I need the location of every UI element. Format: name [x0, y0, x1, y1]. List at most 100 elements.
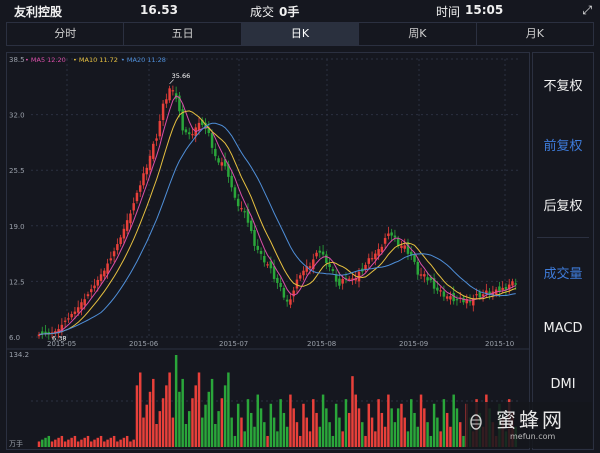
volume-bar — [138, 372, 142, 447]
volume-bar — [109, 437, 113, 447]
volume-bar — [207, 391, 211, 447]
volume-bar — [263, 422, 266, 447]
candle-body — [416, 261, 420, 275]
volume-bar — [321, 394, 325, 447]
kline-chart[interactable]: 38.532.025.519.012.56.02015-05 2015-06 201… — [7, 53, 529, 449]
candle-body — [419, 274, 423, 276]
tab-five-day[interactable]: 五日 — [124, 23, 242, 45]
volume-bar — [243, 431, 246, 447]
candle-body — [236, 198, 240, 207]
volume-bar — [161, 398, 165, 447]
candle-body — [119, 237, 122, 245]
period-tabs: 分时 五日 日K 周K 月K — [6, 22, 594, 46]
volume-bar — [302, 403, 305, 447]
max-price-label: 35.66 — [172, 72, 191, 80]
volume-bar — [442, 399, 446, 447]
candle-body — [514, 283, 517, 285]
volume-bar — [331, 435, 335, 447]
candle-body — [370, 258, 374, 260]
option-backward-adjust[interactable]: 后复权 — [533, 195, 593, 214]
kline-chart-panel[interactable]: 38.5 32.0 25.5 19.0 12.5 6.0 2015-05 2015-06 201… — [6, 52, 530, 450]
volume-bar — [354, 394, 357, 447]
volume-bar — [361, 422, 364, 447]
candle-body — [263, 255, 266, 263]
volume-bar — [429, 435, 433, 447]
volume-bar — [269, 403, 273, 447]
candle-body — [259, 250, 263, 254]
candle-body — [282, 287, 286, 298]
option-forward-adjust[interactable]: 前复权 — [533, 135, 593, 154]
volume-bar — [184, 424, 188, 447]
tab-monthly-k[interactable]: 月K — [477, 23, 593, 45]
sidebar-divider — [537, 237, 589, 238]
candle-body — [142, 173, 145, 186]
collapse-icon[interactable]: ⤢ — [582, 3, 592, 18]
volume-bar — [230, 417, 233, 447]
x-tick-label: 2015-10 — [485, 340, 514, 348]
candle-body — [436, 287, 439, 291]
volume-bar — [289, 394, 292, 447]
volume-bar — [178, 391, 181, 447]
option-volume[interactable]: 成交量 — [533, 263, 593, 282]
x-tick-label: 2015-08 — [307, 340, 336, 348]
volume-bar — [60, 435, 64, 447]
candle-body — [70, 313, 73, 318]
candle-body — [449, 296, 452, 300]
volume-bar — [86, 435, 90, 447]
candle-body — [338, 278, 341, 286]
ma-legend-item: • MA20 11.28 — [121, 56, 166, 64]
candle-body — [155, 138, 158, 141]
tab-daily-k[interactable]: 日K — [241, 23, 360, 45]
tab-intraday[interactable]: 分时 — [7, 23, 125, 45]
volume-bar — [122, 437, 126, 447]
candle-body — [99, 274, 103, 281]
tab-weekly-k[interactable]: 周K — [359, 23, 477, 45]
volume-bar — [187, 411, 191, 447]
candle-body — [122, 228, 126, 239]
volume-bar — [325, 408, 328, 447]
candle-body — [132, 203, 135, 211]
candle-body — [214, 148, 217, 157]
volume-bar — [171, 417, 175, 447]
candle-body — [315, 252, 318, 257]
volume-bar — [129, 441, 132, 447]
volume-bar — [312, 399, 315, 447]
quote-header: 友利控股 16.53 成交 0手 时间 15:05 ⤢ — [0, 0, 600, 22]
option-macd[interactable]: MACD — [533, 321, 593, 336]
candle-body — [367, 258, 371, 264]
volume-label: 成交 — [250, 5, 275, 19]
candle-body — [426, 277, 429, 281]
candle-body — [145, 167, 148, 175]
option-dmi[interactable]: DMI — [533, 377, 593, 392]
volume-bar — [165, 385, 168, 447]
candle-body — [106, 263, 109, 274]
candle-body — [230, 175, 233, 188]
option-no-adjust[interactable]: 不复权 — [533, 75, 593, 94]
candle-body — [455, 299, 459, 301]
volume-bar — [76, 441, 80, 447]
candle-body — [302, 270, 305, 276]
volume-bar — [67, 439, 70, 447]
candle-body — [321, 251, 325, 255]
candle-body — [184, 129, 188, 133]
candle-body — [413, 254, 416, 262]
volume-bar — [236, 403, 240, 447]
volume-bar — [116, 441, 119, 447]
volume-bar — [37, 441, 41, 447]
volume-bar — [328, 422, 331, 447]
volume-bar — [99, 435, 103, 447]
volume-bar — [455, 408, 459, 447]
candle-body — [86, 294, 90, 297]
volume-bar — [351, 376, 354, 447]
volume-bar — [338, 417, 341, 447]
volume-bar — [54, 439, 57, 447]
volume-bar — [393, 422, 397, 447]
volume-bar — [253, 426, 256, 447]
watermark-text: 蜜蜂网 — [496, 408, 565, 432]
volume-bar — [220, 398, 224, 447]
ma-legend-item: • MA5 12.20 — [25, 56, 66, 64]
stock-name: 友利控股 — [14, 5, 63, 19]
ma20-line — [38, 122, 516, 335]
volume-bar — [210, 378, 214, 447]
y-tick-label: 6.0 — [9, 334, 20, 342]
